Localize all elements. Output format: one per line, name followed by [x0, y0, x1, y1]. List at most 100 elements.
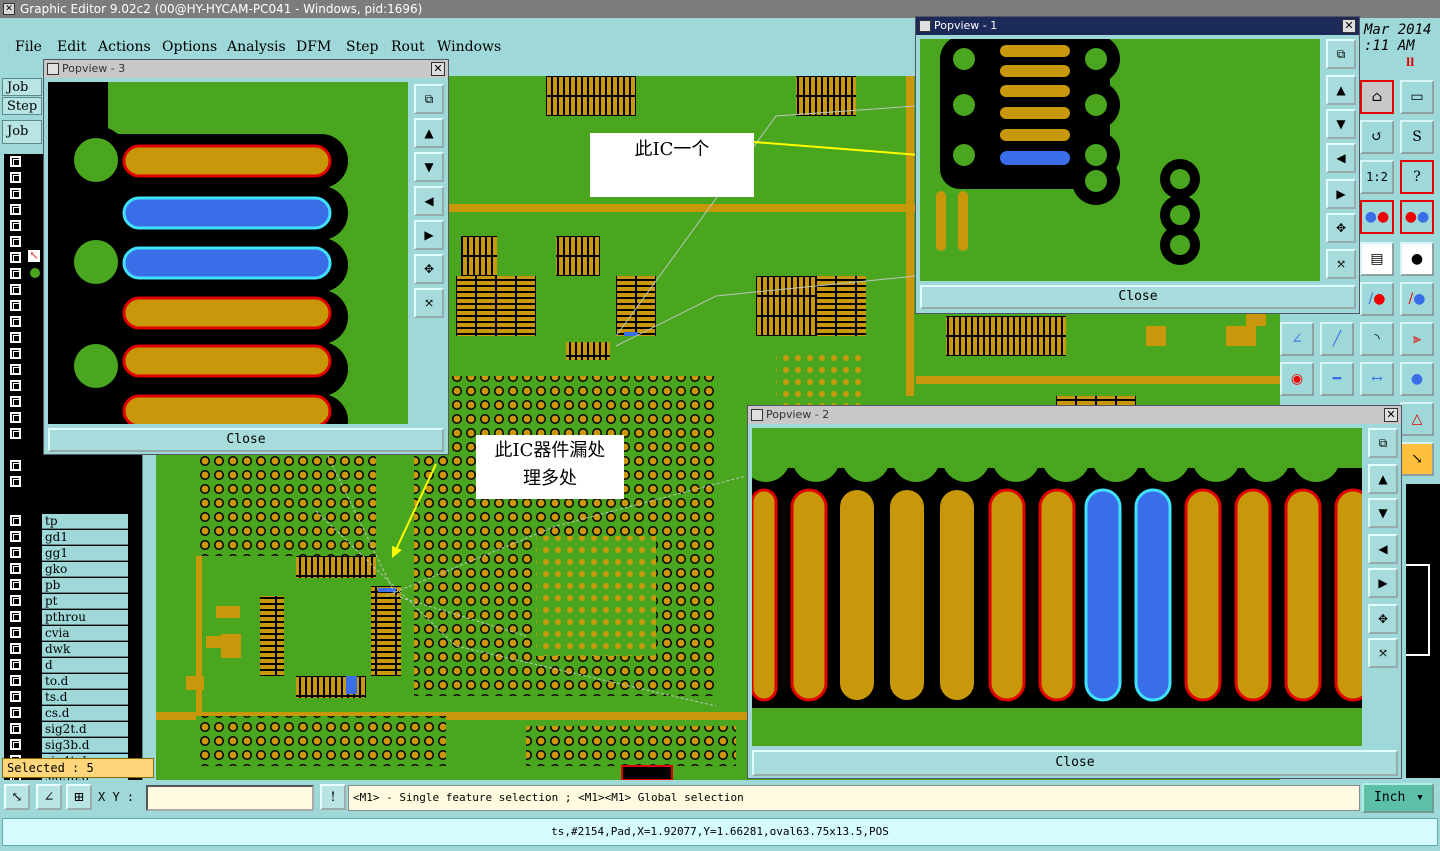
- popview-2-pan-left-icon[interactable]: ◀: [1368, 534, 1398, 564]
- loop-icon[interactable]: ↺: [1360, 120, 1394, 154]
- route-icon[interactable]: S: [1400, 120, 1434, 154]
- popview-2-fit-icon[interactable]: ✥: [1368, 604, 1398, 634]
- popview-1-pan-up-icon[interactable]: ▲: [1326, 75, 1356, 105]
- pad-icon[interactable]: ⫸: [1400, 322, 1434, 356]
- layer-select-checkbox[interactable]: [10, 348, 21, 359]
- layer-checkbox[interactable]: [10, 675, 21, 686]
- layer-item[interactable]: cs.d: [42, 706, 128, 721]
- copper-icon[interactable]: ●: [1400, 362, 1434, 396]
- popview-2-titlebar[interactable]: Popview - 2 ✕: [748, 406, 1401, 424]
- layer-checkbox[interactable]: [10, 739, 21, 750]
- layer-checkbox[interactable]: [10, 627, 21, 638]
- menu-dfm[interactable]: DFM: [296, 39, 331, 55]
- layout-icon[interactable]: ▭: [1400, 80, 1434, 114]
- layer-item[interactable]: dwk: [42, 642, 128, 657]
- layer-select-checkbox[interactable]: [10, 476, 21, 487]
- layer-checkbox[interactable]: [10, 691, 21, 702]
- zoom-box-icon[interactable]: ⤡: [4, 784, 30, 810]
- layer-checkbox[interactable]: [10, 563, 21, 574]
- layer-checkbox[interactable]: [10, 707, 21, 718]
- layer-select-checkbox[interactable]: [10, 428, 21, 439]
- menu-step[interactable]: Step: [346, 39, 378, 55]
- warning-icon[interactable]: !: [320, 784, 346, 810]
- help-icon[interactable]: ?: [1400, 160, 1434, 194]
- popview-1-pan-down-icon[interactable]: ▼: [1326, 109, 1356, 139]
- popview-2-pan-down-icon[interactable]: ▼: [1368, 498, 1398, 528]
- home-icon[interactable]: ⌂: [1360, 80, 1394, 114]
- via-icon[interactable]: ◉: [1280, 362, 1314, 396]
- layer-checkbox[interactable]: [10, 579, 21, 590]
- popview-1-close-button[interactable]: Close: [920, 285, 1356, 309]
- xy-input[interactable]: [146, 785, 314, 811]
- close-icon[interactable]: ✕: [431, 62, 445, 76]
- popview-1-pan-left-icon[interactable]: ◀: [1326, 143, 1356, 173]
- popview-1-fit-icon[interactable]: ✥: [1326, 213, 1356, 243]
- layer-item[interactable]: cvia: [42, 626, 128, 641]
- popview-1-zoom-fit-icon[interactable]: ⤧: [1326, 249, 1356, 279]
- layer-item[interactable]: to.d: [42, 674, 128, 689]
- scale-1-2-icon[interactable]: 1:2: [1360, 160, 1394, 194]
- layer-item[interactable]: sig2t.d: [42, 722, 128, 737]
- layer-checkbox[interactable]: [10, 723, 21, 734]
- layer-checkbox[interactable]: [10, 531, 21, 542]
- menu-analysis[interactable]: Analysis: [227, 39, 286, 55]
- popview-3-pan-up-icon[interactable]: ▲: [414, 118, 444, 148]
- layer-checkbox[interactable]: [10, 643, 21, 654]
- arc-icon[interactable]: ◝: [1360, 322, 1394, 356]
- grid-icon[interactable]: ⊞: [66, 784, 92, 810]
- popview-1-titlebar[interactable]: Popview - 1 ✕: [916, 17, 1359, 35]
- menu-windows[interactable]: Windows: [437, 39, 501, 55]
- layer-select-checkbox[interactable]: [10, 332, 21, 343]
- pointer-icon[interactable]: ↘: [1400, 442, 1434, 476]
- layer-select-checkbox[interactable]: [10, 380, 21, 391]
- layer-select-checkbox[interactable]: [10, 364, 21, 375]
- popview-3-pan-right-icon[interactable]: ▶: [414, 220, 444, 250]
- popview-3-zoom-fit-icon[interactable]: ⤧: [414, 288, 444, 318]
- popview-1-canvas[interactable]: [920, 39, 1320, 281]
- layer-checkbox[interactable]: [10, 659, 21, 670]
- layer-select-checkbox[interactable]: [10, 284, 21, 295]
- close-icon[interactable]: ✕: [1342, 19, 1356, 33]
- popview-2-pan-right-icon[interactable]: ▶: [1368, 568, 1398, 598]
- menu-actions[interactable]: Actions: [98, 39, 151, 55]
- popview-2-zoom-fit-icon[interactable]: ⤧: [1368, 638, 1398, 668]
- layer-item[interactable]: gg1: [42, 546, 128, 561]
- connect-alt-icon[interactable]: / ●: [1400, 282, 1434, 316]
- connect-icon[interactable]: / ●: [1360, 282, 1394, 316]
- layer-item[interactable]: sig3b.d: [42, 738, 128, 753]
- layer-select-checkbox[interactable]: [10, 316, 21, 327]
- layer-select-checkbox[interactable]: [10, 204, 21, 215]
- layer-select-checkbox[interactable]: [10, 396, 21, 407]
- ruler-icon[interactable]: ▤: [1360, 242, 1394, 276]
- layer-select-checkbox[interactable]: [10, 460, 21, 471]
- menu-file[interactable]: File: [15, 39, 42, 55]
- layer-item[interactable]: pt: [42, 594, 128, 609]
- angle-icon[interactable]: ∠: [1280, 322, 1314, 356]
- popview-2-close-button[interactable]: Close: [752, 750, 1398, 776]
- popview-1-zoom-icon[interactable]: ⧉: [1326, 39, 1356, 69]
- layer-select-checkbox[interactable]: [10, 412, 21, 423]
- popview-2-canvas[interactable]: [752, 428, 1362, 746]
- popview-3-zoom-icon[interactable]: ⧉: [414, 84, 444, 114]
- close-icon[interactable]: ✕: [1384, 408, 1398, 422]
- signal-alt-icon[interactable]: ● ●: [1400, 200, 1434, 234]
- layer-select-checkbox[interactable]: [10, 172, 21, 183]
- layer-checkbox[interactable]: [10, 611, 21, 622]
- dot-icon[interactable]: ●: [1400, 242, 1434, 276]
- layer-item[interactable]: gd1: [42, 530, 128, 545]
- popview-3-titlebar[interactable]: Popview - 3 ✕: [44, 60, 448, 78]
- layer-select-checkbox[interactable]: [10, 300, 21, 311]
- popview-2-pan-up-icon[interactable]: ▲: [1368, 464, 1398, 494]
- popview-3-fit-icon[interactable]: ✥: [414, 254, 444, 284]
- popview-3-close-button[interactable]: Close: [48, 428, 444, 452]
- trace-icon[interactable]: ━: [1320, 362, 1354, 396]
- menu-options[interactable]: Options: [162, 39, 217, 55]
- measure-icon[interactable]: ↔: [1360, 362, 1394, 396]
- job-button[interactable]: Job: [2, 120, 42, 144]
- layer-select-checkbox[interactable]: [10, 220, 21, 231]
- line-icon[interactable]: ╱: [1320, 322, 1354, 356]
- layer-select-checkbox[interactable]: [10, 268, 21, 279]
- layer-item[interactable]: ts.d: [42, 690, 128, 705]
- layer-item[interactable]: pthrou: [42, 610, 128, 625]
- popview-2-zoom-icon[interactable]: ⧉: [1368, 428, 1398, 458]
